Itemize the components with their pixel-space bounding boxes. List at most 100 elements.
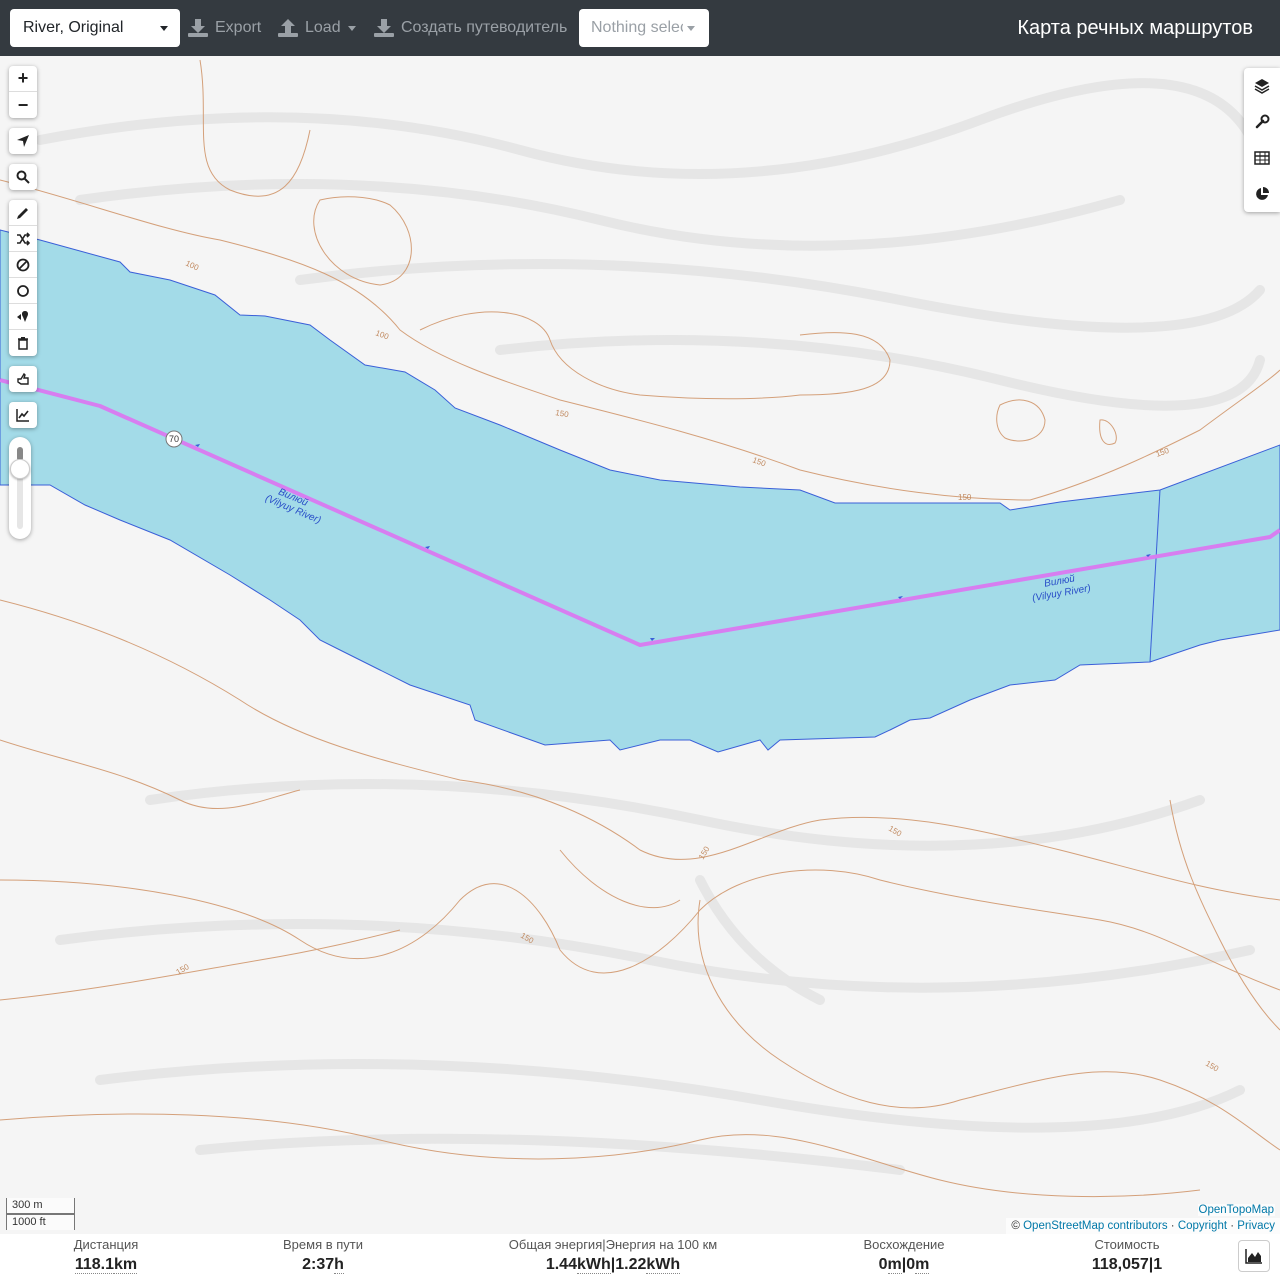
poi-button[interactable] [9, 304, 37, 330]
distance-unit: km [114, 1256, 138, 1274]
route-selection-dropdown[interactable]: Nothing selected [579, 9, 709, 47]
table-icon [1254, 151, 1270, 165]
ban-icon [16, 258, 30, 271]
load-label: Load [305, 19, 341, 36]
stat-time: Время в пути 2:37h [270, 1237, 376, 1274]
hand-stop-button[interactable] [9, 366, 37, 392]
circle-icon [17, 284, 29, 297]
privacy-link[interactable]: Privacy [1237, 1220, 1275, 1232]
stat-time-value: 2:37h [270, 1256, 376, 1274]
map-marker-icon [17, 310, 29, 322]
search-button[interactable] [9, 164, 37, 190]
search-control [9, 164, 37, 190]
delete-button[interactable] [9, 330, 37, 356]
locate-control [9, 128, 37, 154]
locate-button[interactable] [9, 128, 37, 154]
download-icon [374, 19, 394, 37]
right-toolbar [1244, 68, 1280, 212]
energy-label: Общая энергия [508, 1237, 603, 1252]
route-selection-value: Nothing selected [591, 19, 683, 36]
app-brand-title[interactable]: Карта речных маршрутов [1017, 0, 1253, 56]
stat-energy-label: Общая энергия|Энергия на 100 км [500, 1237, 726, 1254]
profile-select-value: River, Original [23, 19, 124, 36]
pie-chart-icon [1256, 187, 1269, 200]
location-arrow-icon [17, 135, 29, 147]
chevron-down-icon [160, 26, 168, 31]
cost-number: 118,057 [1091, 1256, 1149, 1273]
stop-control [9, 366, 37, 392]
elevation-chart-button[interactable] [9, 402, 37, 428]
time-number: 2:37 [302, 1256, 335, 1273]
stat-distance: Дистанция 118.1km [60, 1237, 152, 1274]
copyright-link[interactable]: Copyright [1178, 1220, 1227, 1232]
zoom-control: + − [9, 66, 37, 118]
scale-bar: 300 m 1000 ft [6, 1198, 75, 1230]
cost-number-2: 1 [1153, 1256, 1163, 1273]
draw-route-button[interactable] [9, 200, 37, 226]
map-canvas[interactable]: 100 100 150 150 150 150 150 150 150 150 … [0, 56, 1280, 1234]
stat-ascent-label: Восхождение [863, 1237, 945, 1252]
stat-energy-value: 1.44kWh|1.22kWh [500, 1256, 726, 1274]
contour-label: 150 [958, 493, 972, 502]
load-button[interactable]: Load [278, 9, 356, 47]
search-icon [16, 170, 30, 184]
zoom-out-button[interactable]: − [9, 92, 37, 118]
create-guide-button[interactable]: Создать путеводитель [374, 9, 567, 47]
top-navbar: River, Original Export Load Создать путе… [0, 0, 1280, 56]
circle-tool-button[interactable] [9, 278, 37, 304]
time-unit: h [334, 1256, 344, 1274]
app-root: River, Original Export Load Создать путе… [0, 0, 1280, 1280]
energy-per-100-number: 1.22 [615, 1256, 647, 1273]
shuffle-route-button[interactable] [9, 226, 37, 252]
map-attribution: © OpenStreetMap contributors · Copyright… [1006, 1218, 1280, 1234]
energy-per-100-label: Энергия на 100 км [605, 1237, 718, 1252]
no-go-area-button[interactable] [9, 252, 37, 278]
wrench-icon [1255, 114, 1270, 129]
draw-toolbar [9, 200, 37, 356]
opacity-slider-knob[interactable] [10, 459, 30, 479]
export-label: Export [215, 19, 262, 36]
stat-distance-value: 118.1km [60, 1256, 152, 1274]
stat-distance-label: Дистанция [73, 1237, 139, 1252]
map-base-layer: 100 100 150 150 150 150 150 150 150 150 … [0, 56, 1280, 1234]
ascent-number-2: 0 [906, 1256, 916, 1273]
opacity-slider[interactable] [9, 437, 31, 539]
elevation-control [9, 402, 37, 428]
stat-time-label: Время в пути [283, 1237, 363, 1252]
area-chart-icon [1245, 1249, 1262, 1264]
route-shield-label: 70 [169, 434, 179, 444]
download-icon [188, 19, 208, 37]
trash-icon [18, 337, 28, 350]
pencil-icon [17, 207, 28, 219]
stat-ascent-value: 0m|0m [858, 1256, 950, 1274]
layers-button[interactable] [1244, 68, 1280, 104]
stat-energy: Общая энергия|Энергия на 100 км 1.44kWh|… [500, 1237, 726, 1274]
zoom-in-button[interactable]: + [9, 66, 37, 92]
osm-contributors-link[interactable]: OpenStreetMap contributors [1023, 1220, 1167, 1232]
table-button[interactable] [1244, 140, 1280, 176]
energy-number: 1.44 [545, 1256, 577, 1273]
toggle-profile-chart-button[interactable] [1238, 1240, 1270, 1272]
layer-name-link[interactable]: OpenTopoMap [1197, 1204, 1275, 1216]
ascent-unit: m [887, 1256, 902, 1274]
attribution-separator: · [1230, 1220, 1235, 1232]
upload-icon [278, 19, 298, 37]
hand-point-icon [17, 372, 29, 385]
attribution-separator: · [1170, 1220, 1175, 1232]
scale-imperial: 1000 ft [6, 1214, 75, 1230]
ascent-unit-2: m [915, 1256, 930, 1274]
scale-metric: 300 m [6, 1198, 75, 1214]
chevron-down-icon [687, 26, 695, 31]
profile-select[interactable]: River, Original [10, 9, 180, 47]
settings-button[interactable] [1244, 104, 1280, 140]
stat-cost: Стоимость 118,057|1 [1080, 1237, 1174, 1274]
route-stats-bar: Дистанция 118.1km Время в пути 2:37h Общ… [0, 1234, 1280, 1280]
chevron-down-icon [347, 25, 356, 31]
statistics-button[interactable] [1244, 176, 1280, 212]
create-guide-label: Создать путеводитель [401, 19, 568, 36]
stat-ascent: Восхождение 0m|0m [858, 1237, 950, 1274]
export-button[interactable]: Export [188, 9, 261, 47]
ascent-number: 0 [878, 1256, 888, 1273]
energy-unit: kWh [576, 1256, 611, 1274]
stat-cost-label: Стоимость [1094, 1237, 1160, 1252]
